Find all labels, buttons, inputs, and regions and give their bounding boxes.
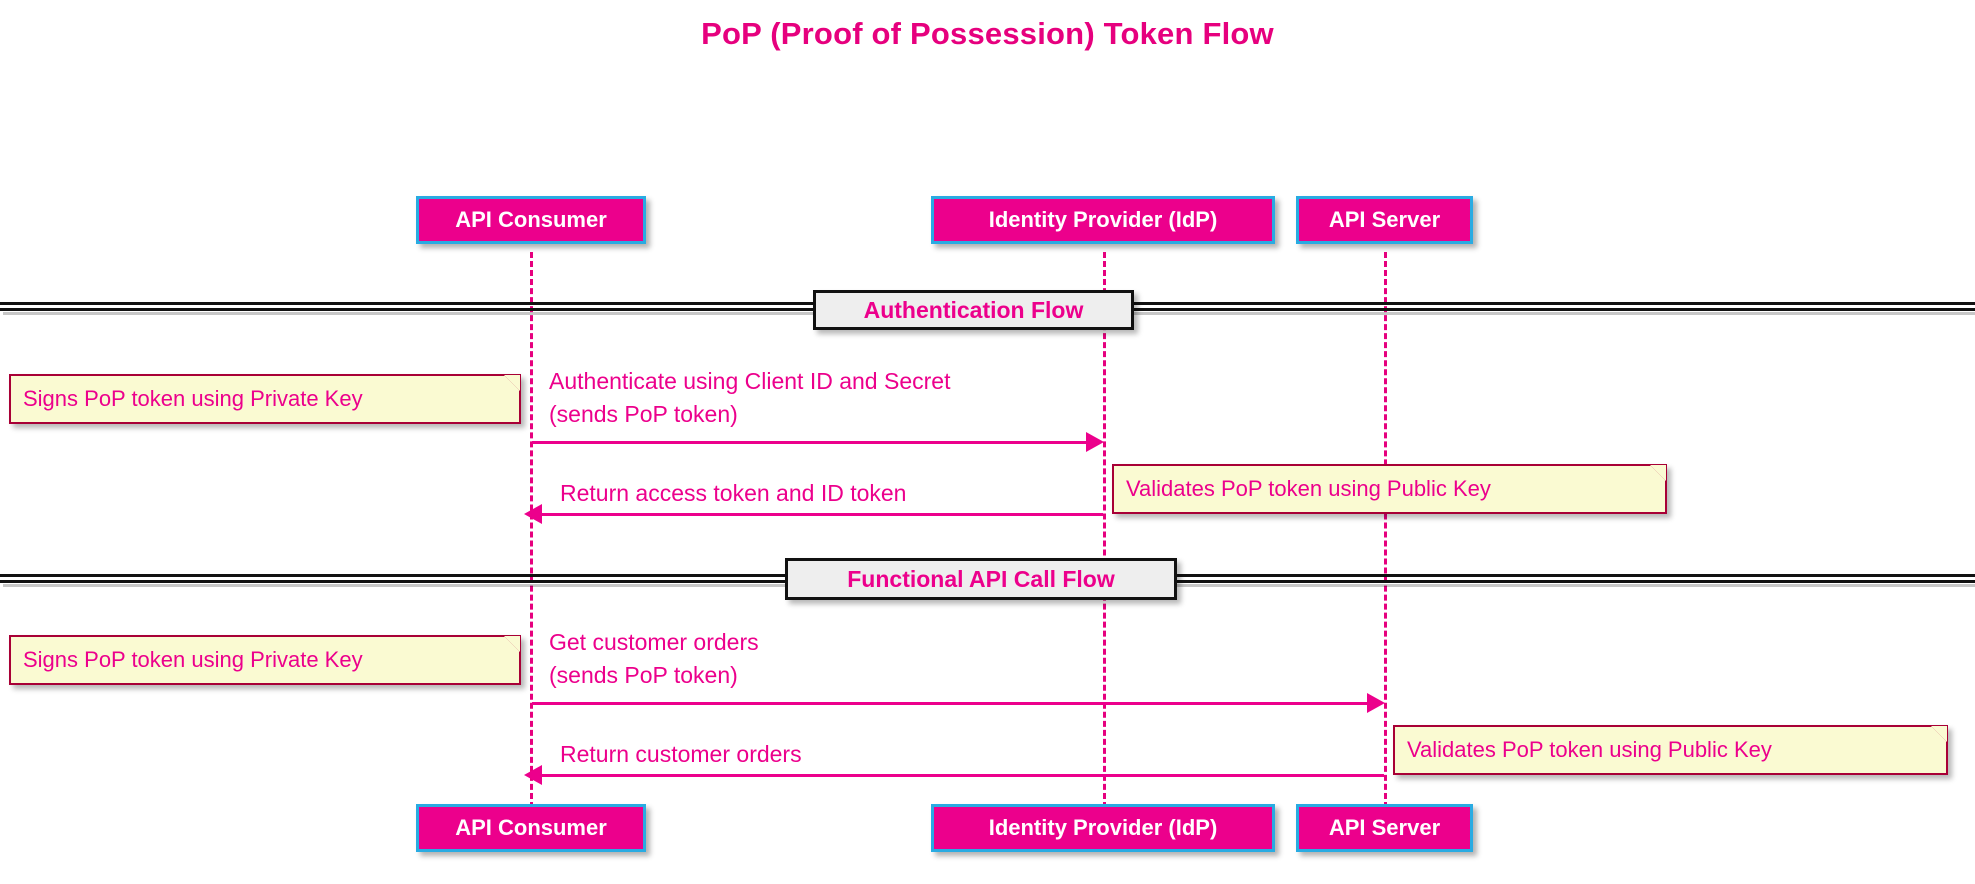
lifeline-api-server [1384,252,1387,826]
note-text: Signs PoP token using Private Key [23,386,363,411]
participant-label: API Consumer [455,207,607,232]
participant-identity-provider-top[interactable]: Identity Provider (IdP) [931,196,1275,244]
divider-functional-api-call-flow: Functional API Call Flow [785,558,1177,600]
message-label-get-customer-orders: Get customer orders (sends PoP token) [549,626,759,691]
participant-api-consumer-bottom[interactable]: API Consumer [416,804,646,852]
message-label-line1: Authenticate using Client ID and Secret [549,368,951,394]
message-line-return-tokens [540,513,1103,516]
message-label-line1: Get customer orders [549,629,759,655]
participant-api-server-top[interactable]: API Server [1296,196,1473,244]
arrow-head-authenticate [1086,432,1104,452]
arrow-head-return-customer-orders [524,765,542,785]
message-label-line2: (sends PoP token) [549,661,738,688]
message-label-authenticate: Authenticate using Client ID and Secret (… [549,365,950,430]
note-text: Validates PoP token using Public Key [1407,737,1772,762]
message-label-return-customer-orders: Return customer orders [560,738,802,771]
participant-identity-provider-bottom[interactable]: Identity Provider (IdP) [931,804,1275,852]
participant-api-consumer-top[interactable]: API Consumer [416,196,646,244]
participant-label: Identity Provider (IdP) [988,207,1218,232]
note-text: Signs PoP token using Private Key [23,647,363,672]
participant-label: API Server [1328,815,1441,840]
lifeline-api-consumer [530,252,533,826]
note-validates-pop-public-key-idp: Validates PoP token using Public Key [1112,464,1667,514]
lifeline-identity-provider [1103,252,1106,826]
note-text: Validates PoP token using Public Key [1126,476,1491,501]
arrow-head-get-customer-orders [1367,693,1385,713]
divider-label: Functional API Call Flow [847,565,1115,592]
note-fold-inner-icon [1650,465,1666,481]
message-line-get-customer-orders [532,702,1371,705]
note-validates-pop-public-key-server: Validates PoP token using Public Key [1393,725,1948,775]
message-label-line1: Return access token and ID token [560,480,907,506]
divider-label: Authentication Flow [863,296,1084,323]
sequence-diagram-canvas: PoP (Proof of Possession) Token Flow API… [0,0,1975,884]
participant-label: API Consumer [455,815,607,840]
page-title: PoP (Proof of Possession) Token Flow [701,16,1274,51]
participant-label: API Server [1328,207,1441,232]
participant-api-server-bottom[interactable]: API Server [1296,804,1473,852]
message-label-return-tokens: Return access token and ID token [560,477,906,510]
message-line-authenticate [532,441,1090,444]
note-fold-inner-icon [504,375,520,391]
note-fold-inner-icon [1931,726,1947,742]
note-signs-pop-private-key-auth: Signs PoP token using Private Key [9,374,521,424]
message-label-line2: (sends PoP token) [549,400,738,427]
note-fold-inner-icon [504,636,520,652]
participant-label: Identity Provider (IdP) [988,815,1218,840]
note-signs-pop-private-key-api: Signs PoP token using Private Key [9,635,521,685]
arrow-head-return-tokens [524,504,542,524]
message-label-line1: Return customer orders [560,741,802,767]
message-line-return-customer-orders [540,774,1384,777]
divider-authentication-flow: Authentication Flow [813,290,1134,330]
